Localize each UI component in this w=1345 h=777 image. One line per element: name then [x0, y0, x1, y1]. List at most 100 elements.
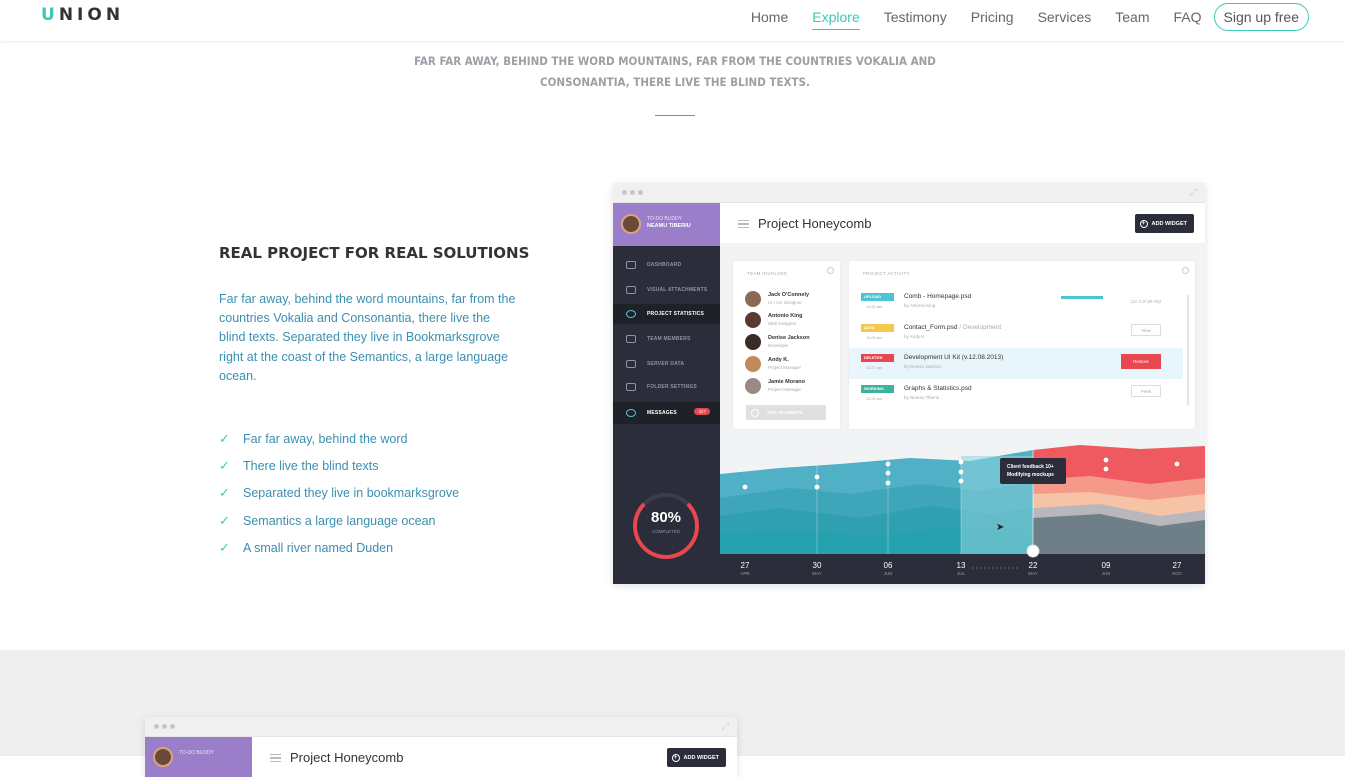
- chart-slider-handle[interactable]: [1026, 544, 1040, 558]
- nav-home[interactable]: Home: [751, 4, 788, 30]
- scrollbar[interactable]: [1187, 295, 1189, 405]
- nav-testimony[interactable]: Testimony: [884, 4, 947, 30]
- user-subtitle: TO-DO BUDDY: [179, 750, 214, 756]
- team-card: TEAM INVOLVED Jack O'Connely UI / UX Desi…: [733, 261, 840, 429]
- chart-point: [958, 469, 964, 475]
- signup-button[interactable]: Sign up free: [1213, 3, 1309, 31]
- restore-button[interactable]: Restore: [1121, 354, 1161, 369]
- feature-checklist: ✓ Far far away, behind the word ✓ There li…: [219, 425, 459, 561]
- chart-date-month: JUL: [957, 571, 965, 576]
- infinity-icon: [626, 360, 636, 368]
- avatar: [745, 312, 761, 328]
- list-item: ✓ Separated they live in bookmarksgrove: [219, 485, 460, 501]
- sidebar-item-dashboard[interactable]: DASHBOARD: [613, 255, 720, 275]
- avatar: [745, 291, 761, 307]
- chart-date-day: 22: [1029, 561, 1038, 570]
- activity-row[interactable]: DELETED 11:27 am Development UI Kit (v.1…: [849, 348, 1183, 379]
- area-chart: 27APR30MAY06JUN13JUL22MAY09JUN27NOV: [720, 436, 1205, 584]
- app-header: Project Honeycomb + ADD WIDGET: [252, 737, 737, 777]
- chart-date-month: NOV: [1172, 571, 1182, 576]
- sidebar-item-project-statistics[interactable]: PROJECT STATISTICS: [613, 304, 720, 324]
- activity-card: PROJECT ACTIVITY UPLOAD 11:00 am Comb - …: [849, 261, 1195, 429]
- progress-ring: [633, 493, 699, 559]
- status-badge: DELETED: [861, 354, 894, 362]
- feature-title: Real Project For Real Solutions: [219, 244, 530, 262]
- chart-date-month: MAY: [812, 571, 821, 576]
- user-name: NEAMU TIBERIU: [647, 223, 691, 229]
- user-icon: [626, 335, 636, 343]
- plus-icon: +: [671, 753, 680, 762]
- chart-date-day: 09: [1102, 561, 1111, 570]
- nav-explore[interactable]: Explore: [812, 5, 860, 30]
- nav-services[interactable]: Services: [1038, 4, 1092, 30]
- project-title: Project Honeycomb: [758, 216, 872, 231]
- status-badge: WORKING: [861, 385, 894, 393]
- messages-badge: 327: [694, 408, 710, 415]
- avatar: [153, 747, 173, 767]
- app-sidebar: TO-DO BUDDY NEAMU TIBERIU DASHBOARD VISU…: [613, 203, 720, 584]
- add-teammate-button[interactable]: ADD TEAMMATE: [746, 405, 826, 420]
- intro-text: Far far away, behind the word mountains,…: [414, 54, 936, 89]
- chart-date-month: JUN: [884, 571, 893, 576]
- window-dot: [162, 724, 167, 729]
- status-badge: DATA: [861, 324, 894, 332]
- list-item: ✓ Semantics a large language ocean: [219, 512, 436, 528]
- progress-value: 80%: [650, 509, 682, 526]
- list-item: ✓ Far far away, behind the word: [219, 430, 408, 446]
- settings-icon[interactable]: [827, 267, 834, 274]
- sidebar-item-visual-attachments[interactable]: VISUAL ATTACHMENTS: [613, 280, 720, 300]
- status-badge: UPLOAD: [861, 293, 894, 301]
- chart-date-day: 13: [957, 561, 966, 570]
- image-icon: [626, 286, 636, 294]
- chart-date-day: 06: [884, 561, 893, 570]
- chart-date-day: 27: [741, 561, 750, 570]
- nav-pricing[interactable]: Pricing: [971, 4, 1014, 30]
- chart-point: [958, 459, 964, 465]
- project-title: Project Honeycomb: [290, 750, 404, 765]
- check-icon: ✓: [219, 430, 230, 446]
- window-dot: [622, 190, 627, 195]
- lock-icon: [626, 409, 636, 417]
- activity-card-title: PROJECT ACTIVITY: [863, 271, 910, 276]
- intro-divider: [655, 115, 695, 116]
- eye-icon: [626, 310, 636, 318]
- activity-row[interactable]: WORKING 11:28 am Graphs & Statistics.psd…: [849, 379, 1183, 406]
- chart-point: [885, 480, 891, 486]
- user-subtitle: TO-DO BUDDY: [647, 216, 682, 222]
- view-button[interactable]: View: [1131, 324, 1161, 336]
- check-icon: ✓: [219, 485, 230, 501]
- peek-button[interactable]: Peek: [1131, 385, 1161, 397]
- menu-icon[interactable]: [270, 754, 281, 762]
- app-screenshot-2: ⤢ TO-DO BUDDY Project Honeycomb + ADD WID…: [145, 717, 737, 777]
- chart-date-day: 27: [1173, 561, 1182, 570]
- chart-point: [885, 461, 891, 467]
- expand-icon: ⤢: [721, 721, 729, 731]
- nav-menu: Home Explore Testimony Pricing Services …: [727, 3, 1309, 31]
- cursor-icon: ➤: [996, 522, 1005, 533]
- chart-point: [1103, 457, 1109, 463]
- activity-row[interactable]: DATA 11:09 am Contact_Form.psd / Develop…: [849, 318, 1183, 345]
- check-icon: ✓: [219, 457, 230, 473]
- nav-team[interactable]: Team: [1115, 4, 1149, 30]
- settings-icon[interactable]: [1182, 267, 1189, 274]
- chart-point: [958, 478, 964, 484]
- list-item: ✓ There live the blind texts: [219, 457, 379, 473]
- menu-icon[interactable]: [738, 220, 749, 228]
- sidebar-item-folder-settings[interactable]: FOLDER SETTINGS: [613, 377, 720, 397]
- navbar: UNION Home Explore Testimony Pricing Ser…: [0, 0, 1345, 41]
- nav-faq[interactable]: FAQ: [1173, 4, 1201, 30]
- expand-icon: ⤢: [1189, 187, 1197, 197]
- logo[interactable]: UNION: [41, 5, 124, 25]
- chart-point: [1103, 466, 1109, 472]
- activity-row[interactable]: UPLOAD 11:00 am Comb - Homepage.psd by A…: [849, 287, 1183, 314]
- sidebar-item-team-members[interactable]: TEAM MEMBERS: [613, 329, 720, 349]
- check-icon: ✓: [219, 539, 230, 555]
- dashboard-icon: [626, 261, 636, 269]
- add-widget-button[interactable]: + ADD WIDGET: [666, 748, 726, 767]
- sidebar-item-server-data[interactable]: SERVER DATA: [613, 354, 720, 374]
- chart-date-month: APR: [740, 571, 750, 576]
- chart-point: [885, 470, 891, 476]
- chart-point: [814, 484, 820, 490]
- sidebar-item-messages[interactable]: MESSAGES 327: [613, 402, 720, 424]
- add-widget-button[interactable]: + ADD WIDGET: [1134, 214, 1194, 233]
